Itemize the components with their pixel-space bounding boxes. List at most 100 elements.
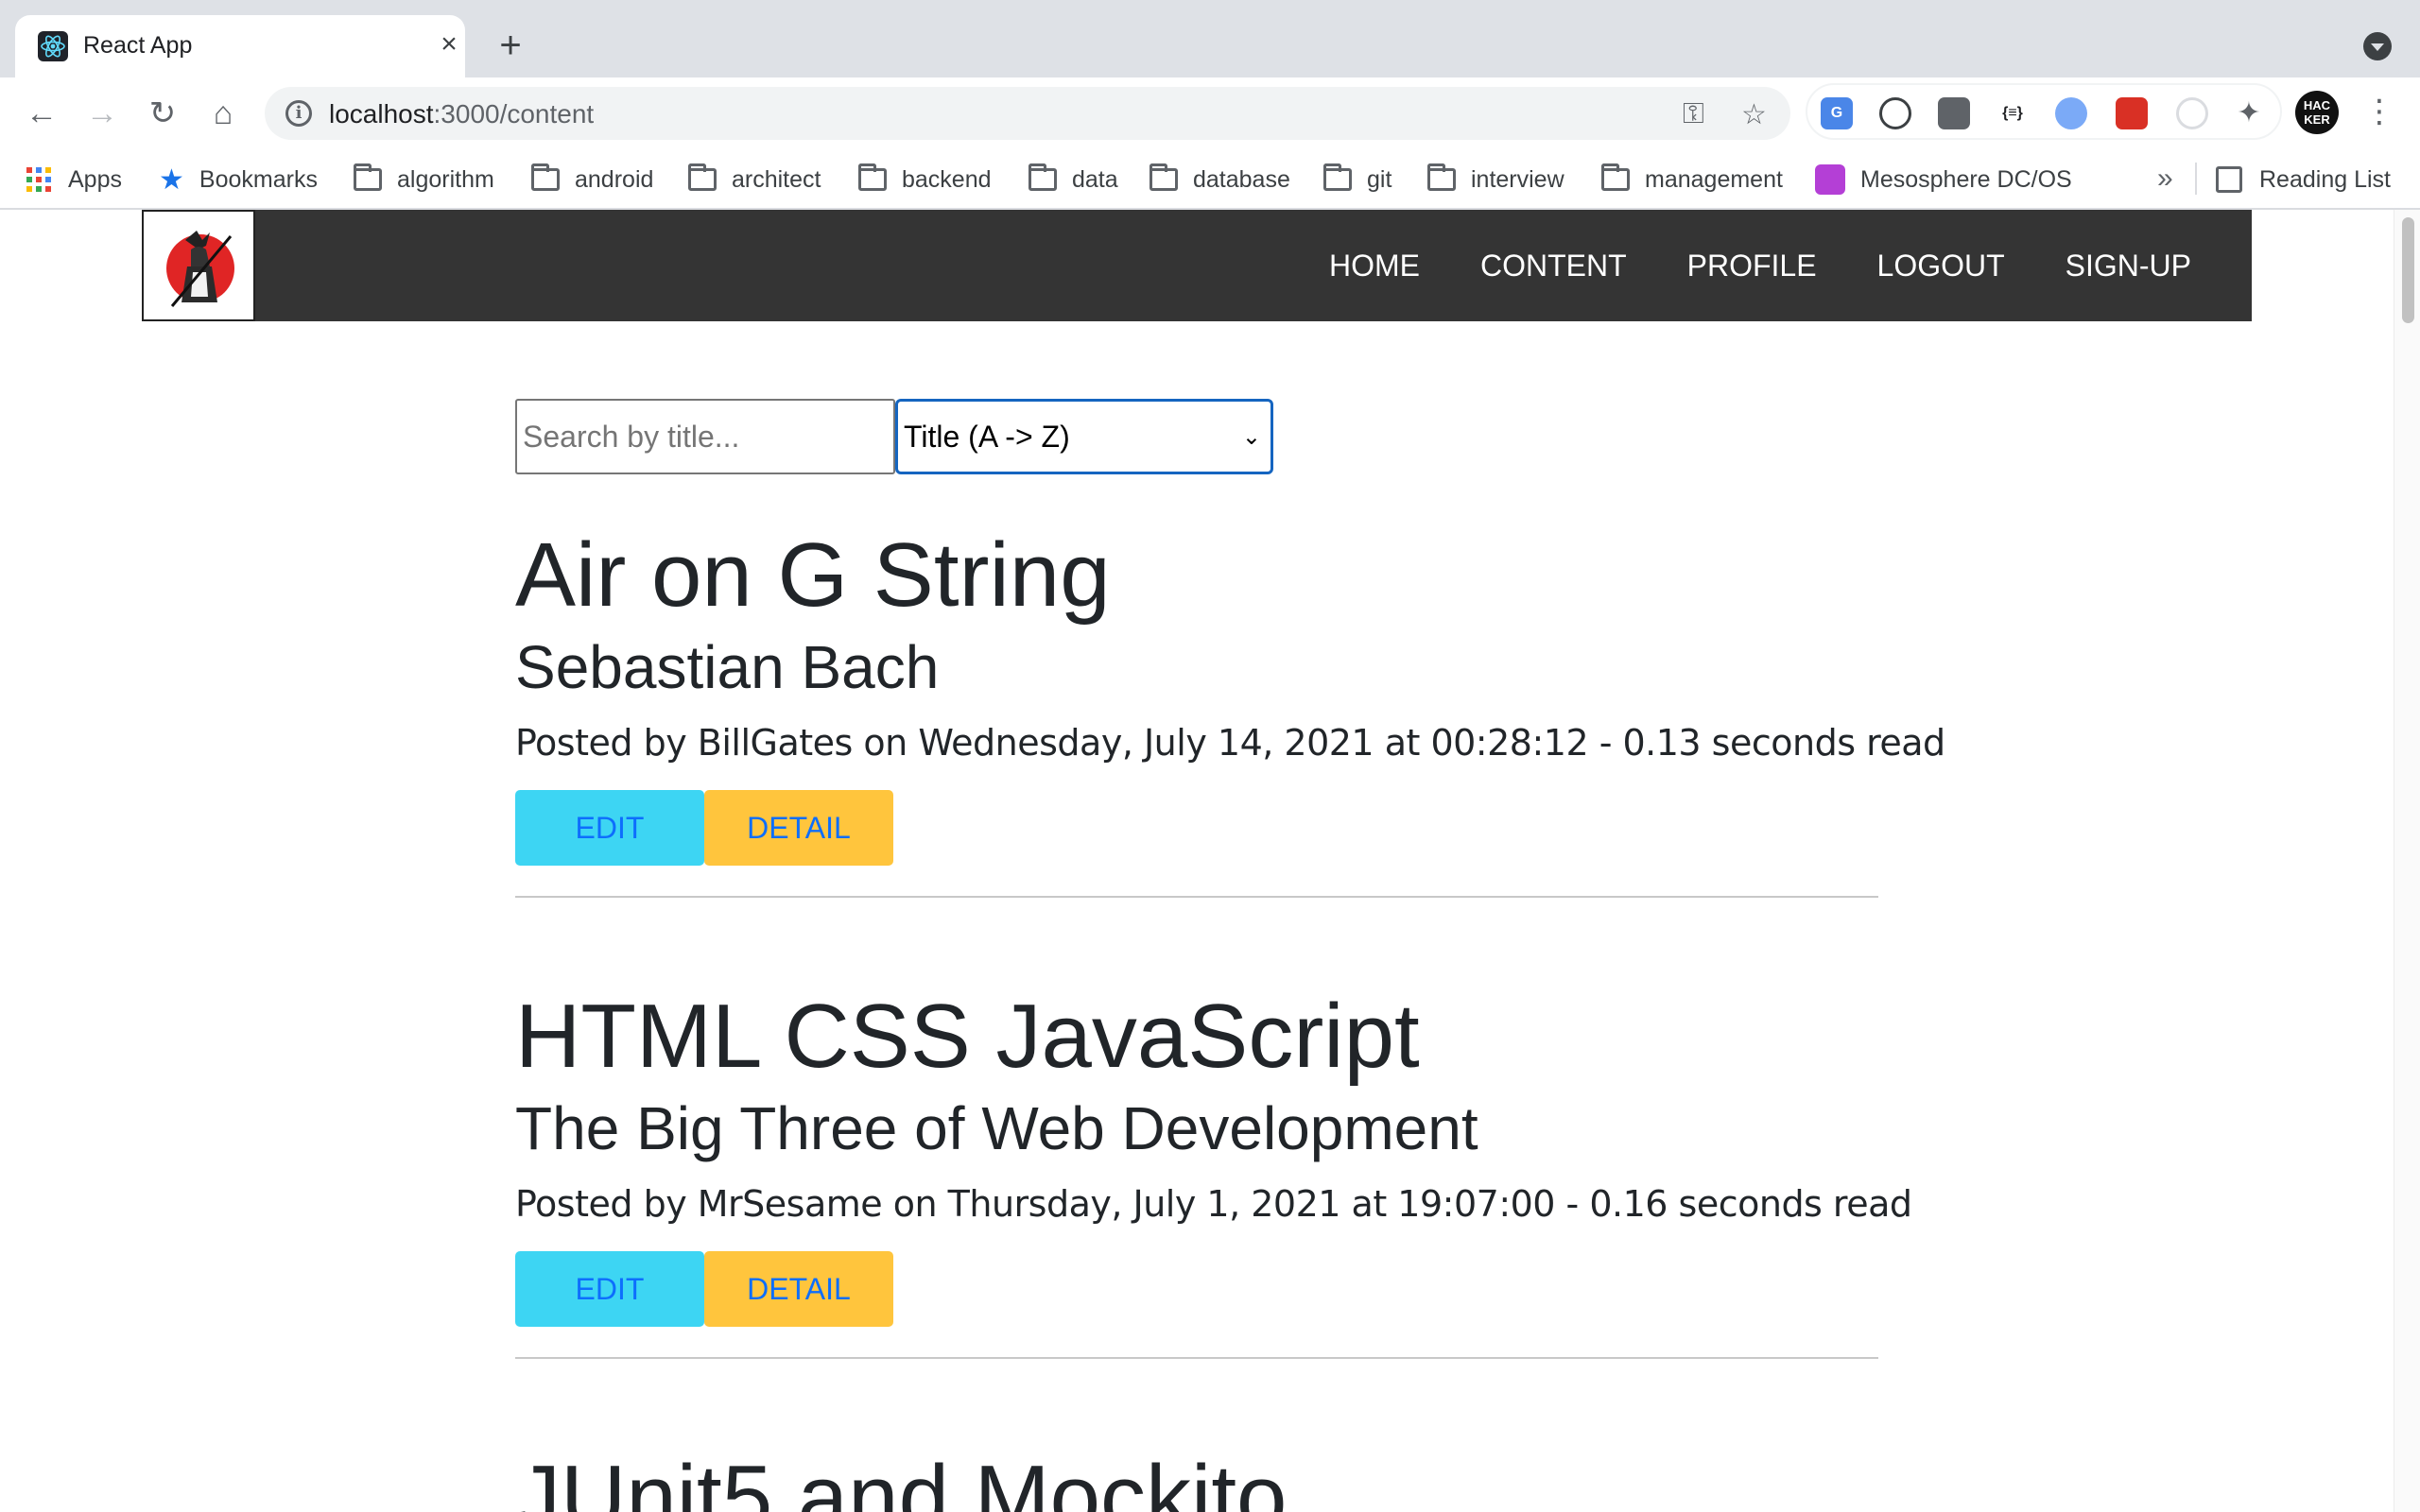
clock-extension-icon[interactable] — [1879, 97, 1911, 129]
bookmark-folder-android[interactable]: android — [531, 163, 654, 195]
site-navbar: HOME CONTENT PROFILE LOGOUT SIGN-UP — [142, 210, 2252, 321]
bookmark-label: Bookmarks — [199, 165, 318, 193]
nav-profile[interactable]: PROFILE — [1657, 249, 1847, 284]
reading-list-label: Reading List — [2259, 165, 2391, 193]
tab-react-app[interactable]: React App × — [15, 15, 465, 77]
folder-icon — [1323, 163, 1352, 191]
post-title: HTML CSS JavaScript — [515, 986, 1420, 1087]
url-host: localhost — [329, 99, 434, 129]
bookmark-folder-backend[interactable]: backend — [858, 163, 992, 195]
edit-button[interactable]: EDIT — [515, 1251, 704, 1327]
bookmark-apps[interactable]: Apps — [26, 164, 122, 195]
scrollbar-thumb[interactable] — [2402, 217, 2414, 323]
chevron-down-icon: ⌄ — [1241, 423, 1261, 450]
forward-icon[interactable]: → — [83, 94, 121, 132]
tab-search-icon[interactable] — [2363, 32, 2392, 60]
bookmark-label: database — [1193, 165, 1290, 193]
reload-icon[interactable]: ↻ — [144, 94, 182, 132]
folder-icon — [1150, 163, 1178, 191]
back-icon[interactable]: ← — [23, 94, 60, 132]
folder-icon — [858, 163, 887, 191]
bookmark-folder-data[interactable]: data — [1028, 163, 1118, 195]
nav-sign-up[interactable]: SIGN-UP — [2035, 249, 2221, 284]
reading-list-icon — [2216, 166, 2242, 193]
new-tab-button[interactable]: + — [493, 26, 527, 64]
target-extension-icon[interactable] — [2176, 97, 2208, 129]
bookmark-label: architect — [732, 165, 821, 193]
close-tab-icon[interactable]: × — [435, 30, 463, 59]
key-icon[interactable]: ⚿ — [1683, 98, 1704, 130]
bookmark-label: android — [575, 165, 654, 193]
brand-logo[interactable] — [142, 210, 255, 321]
more-bookmarks-icon[interactable]: » — [2157, 163, 2173, 195]
bookmarks-bar: Apps ★ Bookmarks algorithm android archi… — [0, 151, 2420, 206]
folder-icon — [531, 163, 560, 191]
react-devtools-extension-icon[interactable] — [2116, 97, 2148, 129]
bookmark-label: algorithm — [397, 165, 494, 193]
star-icon: ★ — [159, 163, 184, 196]
bookmark-bookmarks[interactable]: ★ Bookmarks — [159, 163, 318, 196]
samurai-logo-icon — [144, 212, 253, 319]
edit-button[interactable]: EDIT — [515, 790, 704, 866]
tab-title: React App — [83, 32, 193, 59]
home-icon[interactable]: ⌂ — [204, 94, 242, 132]
folder-icon — [1028, 163, 1057, 191]
bookmark-label: management — [1645, 165, 1783, 193]
browser-menu-icon[interactable]: ⋮ — [2363, 93, 2395, 130]
puzzle-extensions-icon[interactable]: ✦ — [2233, 97, 2265, 129]
url-text[interactable]: localhost:3000/content — [329, 99, 594, 129]
nav-home[interactable]: HOME — [1299, 249, 1450, 284]
json-extension-icon[interactable]: {≡} — [1996, 97, 2029, 129]
detail-button[interactable]: DETAIL — [704, 790, 893, 866]
bookmark-folder-architect[interactable]: architect — [688, 163, 821, 195]
apps-grid-icon — [26, 167, 51, 192]
profile-avatar[interactable]: HAC KER — [2295, 91, 2339, 134]
post-item: JUnit5 and Mockito — [515, 1446, 1878, 1512]
post-divider — [515, 1357, 1878, 1359]
sort-select[interactable]: Title (A -> Z) ⌄ — [895, 399, 1273, 474]
post-title: JUnit5 and Mockito — [515, 1447, 1288, 1512]
bookmark-label: Apps — [68, 165, 122, 193]
post-title: Air on G String — [515, 524, 1111, 626]
sort-selected-value: Title (A -> Z) — [904, 419, 1070, 454]
post-meta: Posted by MrSesame on Thursday, July 1, … — [515, 1183, 1912, 1225]
site-info-icon[interactable]: i — [285, 100, 312, 127]
bookmark-label: interview — [1471, 165, 1564, 193]
url-path: :3000/content — [433, 99, 595, 129]
page-scrollbar[interactable] — [2394, 210, 2420, 1512]
tab-strip: React App × + — [0, 0, 2420, 77]
folder-icon — [1601, 163, 1630, 191]
blue-extension-icon[interactable] — [2055, 97, 2087, 129]
bookmark-folder-interview[interactable]: interview — [1427, 163, 1564, 195]
reading-list[interactable]: Reading List — [2216, 164, 2391, 195]
translate-extension-icon[interactable]: G — [1821, 97, 1853, 129]
nav-links: HOME CONTENT PROFILE LOGOUT SIGN-UP — [1299, 210, 2221, 321]
address-bar[interactable]: i localhost:3000/content ⚿ ☆ — [265, 87, 1790, 140]
profile-extension-icon[interactable] — [1938, 97, 1970, 129]
bookmarks-divider — [2195, 163, 2197, 195]
filter-controls: Title (A -> Z) ⌄ — [515, 399, 1273, 474]
page-viewport: HOME CONTENT PROFILE LOGOUT SIGN-UP Titl… — [0, 210, 2420, 1512]
post-meta: Posted by BillGates on Wednesday, July 1… — [515, 722, 1945, 764]
post-item: Air on G String Sebastian Bach Posted by… — [515, 524, 1945, 898]
folder-icon — [354, 163, 382, 191]
mesosphere-icon — [1815, 164, 1845, 195]
bookmark-star-icon[interactable]: ☆ — [1741, 98, 1767, 131]
react-icon — [38, 31, 68, 61]
nav-content[interactable]: CONTENT — [1450, 249, 1657, 284]
post-divider — [515, 896, 1878, 898]
bookmark-label: git — [1367, 165, 1392, 193]
detail-button[interactable]: DETAIL — [704, 1251, 893, 1327]
nav-logout[interactable]: LOGOUT — [1847, 249, 2035, 284]
bookmark-mesosphere[interactable]: Mesosphere DC/OS — [1815, 164, 2072, 195]
post-subtitle: The Big Three of Web Development — [515, 1094, 1478, 1162]
bookmark-folder-git[interactable]: git — [1323, 163, 1392, 195]
bookmark-label: Mesosphere DC/OS — [1860, 165, 2072, 193]
folder-icon — [1427, 163, 1456, 191]
bookmark-label: data — [1072, 165, 1118, 193]
search-by-title-input[interactable] — [515, 399, 895, 474]
post-item: HTML CSS JavaScript The Big Three of Web… — [515, 985, 1912, 1359]
bookmark-folder-database[interactable]: database — [1150, 163, 1290, 195]
bookmark-folder-algorithm[interactable]: algorithm — [354, 163, 494, 195]
bookmark-folder-management[interactable]: management — [1601, 163, 1783, 195]
